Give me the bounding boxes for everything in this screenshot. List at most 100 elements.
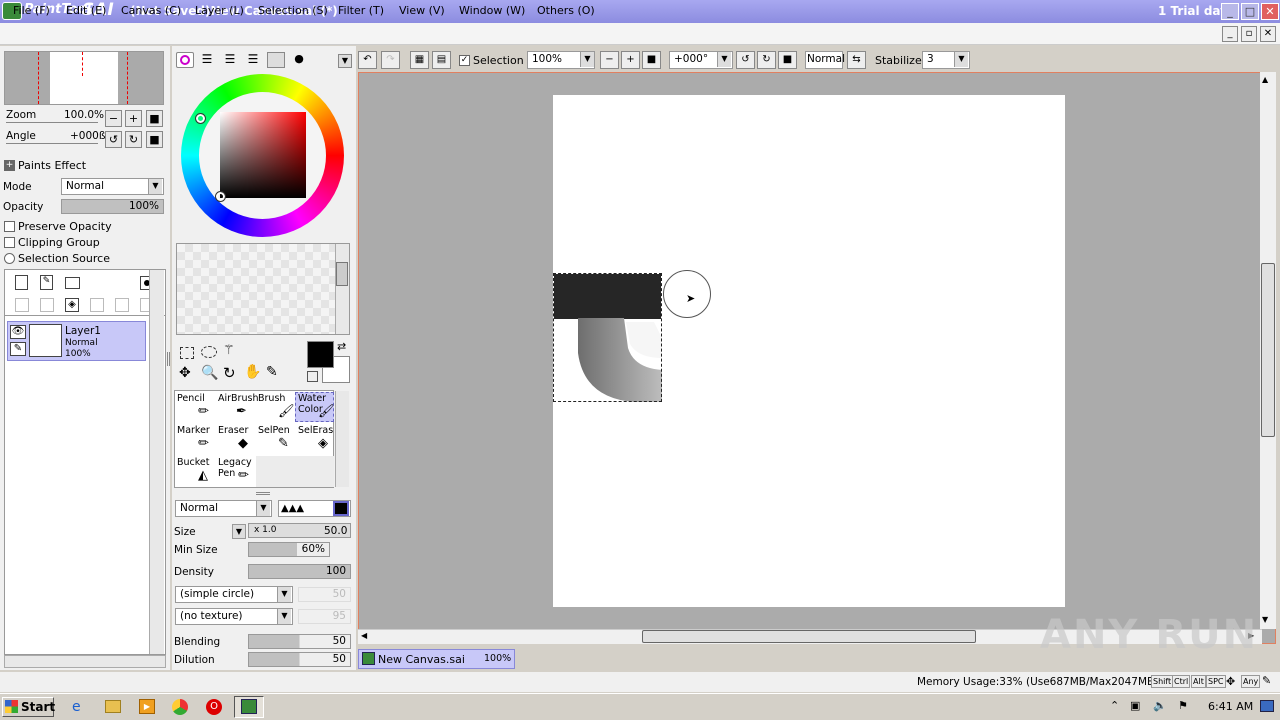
flip-horizontal-icon[interactable]: ⇆ <box>847 51 866 69</box>
menu-window[interactable]: Window (W) <box>459 4 525 17</box>
eye-icon[interactable]: 👁 <box>10 325 26 339</box>
menu-filter[interactable]: Filter (T) <box>338 4 384 17</box>
hand-icon[interactable]: ✋ <box>244 364 261 380</box>
tool-selpen[interactable]: SelPen <box>258 425 290 436</box>
preserve-opacity-checkbox[interactable] <box>4 221 15 232</box>
blending-slider[interactable]: 50 <box>248 634 351 649</box>
tool-brush[interactable]: Brush <box>258 393 285 404</box>
zoom-out-button[interactable]: − <box>105 110 122 127</box>
scroll-down-icon[interactable]: ▼ <box>1262 615 1268 624</box>
menu-canvas[interactable]: Canvas (C) <box>121 4 181 17</box>
min-size-slider[interactable]: 60% <box>248 542 330 557</box>
menu-edit[interactable]: Edit (E) <box>66 4 106 17</box>
rotate-reset-button[interactable]: ■ <box>146 131 163 148</box>
new-layer-icon[interactable] <box>15 275 28 290</box>
clipping-group-checkbox[interactable] <box>4 237 15 248</box>
opacity-slider[interactable]: 100% <box>61 199 164 214</box>
hsv-slider-tab-icon[interactable]: ☰ <box>222 52 238 68</box>
new-linework-layer-icon[interactable]: ✎ <box>40 275 53 290</box>
zoom-in-toolbar-button[interactable]: + <box>621 51 640 69</box>
selection-source-radio[interactable] <box>4 253 15 264</box>
delete-layer-icon[interactable] <box>90 298 104 312</box>
texture-dropdown[interactable]: (no texture) <box>175 608 293 625</box>
expand-plus-icon[interactable]: + <box>4 160 15 171</box>
maximize-button[interactable]: □ <box>1241 3 1259 20</box>
chevron-down-icon[interactable]: ▼ <box>954 52 968 67</box>
mdi-close-button[interactable]: ✕ <box>1260 26 1276 42</box>
tool-eraser[interactable]: Eraser <box>218 425 248 436</box>
brush-edge-shapes-icon[interactable]: ▲▲▲ <box>281 503 304 514</box>
menu-layer[interactable]: Layer (L) <box>195 4 244 17</box>
close-button[interactable]: ✕ <box>1261 3 1279 20</box>
tool-grid-vscrollbar[interactable] <box>335 391 349 487</box>
selection-checkbox[interactable]: ✓ <box>459 55 470 66</box>
hue-picker[interactable] <box>195 113 206 124</box>
pen-icon[interactable]: ✎ <box>10 342 26 356</box>
tool-pencil[interactable]: Pencil <box>177 393 205 404</box>
minimize-button[interactable]: _ <box>1221 3 1239 20</box>
color-swatch-area[interactable] <box>176 243 350 335</box>
color-wheel-tab-icon[interactable] <box>176 52 194 68</box>
zoom-in-button[interactable]: + <box>125 110 142 127</box>
tool-airbrush[interactable]: AirBrush <box>218 393 258 404</box>
chevron-down-icon[interactable]: ▼ <box>580 52 594 67</box>
panel-resize-handle[interactable] <box>256 492 270 495</box>
reset-colors-icon[interactable] <box>307 371 318 382</box>
chevron-down-icon[interactable]: ▼ <box>148 179 162 194</box>
invert-selection-icon[interactable]: ▤ <box>432 51 451 69</box>
deselect-icon[interactable]: ▦ <box>410 51 429 69</box>
rotate-reset-toolbar-button[interactable]: ■ <box>778 51 797 69</box>
swap-colors-icon[interactable]: ⇄ <box>337 340 346 353</box>
angle-slider[interactable] <box>6 143 98 144</box>
scroll-left-icon[interactable]: ◀ <box>361 631 367 640</box>
redo-icon[interactable]: ↷ <box>381 51 400 69</box>
menu-view[interactable]: View (V) <box>399 4 445 17</box>
panel-resize-handle[interactable] <box>167 352 170 366</box>
brush-edge-hard-icon[interactable] <box>333 501 349 516</box>
transfer-down-icon[interactable] <box>15 298 29 312</box>
zoom-reset-toolbar-button[interactable]: ■ <box>642 51 661 69</box>
swatch-vscrollbar[interactable] <box>335 244 349 334</box>
zoom-slider[interactable] <box>6 122 98 123</box>
zoom-out-toolbar-button[interactable]: − <box>600 51 619 69</box>
rotate-ccw-icon[interactable]: ↺ <box>736 51 755 69</box>
mdi-minimize-button[interactable]: _ <box>1222 26 1238 42</box>
new-folder-icon[interactable] <box>65 277 80 289</box>
scratchpad-tab-icon[interactable]: ● <box>291 52 307 68</box>
chevron-down-icon[interactable]: ▼ <box>277 609 291 624</box>
folder-icon[interactable] <box>105 700 121 713</box>
canvas-hscroll-thumb[interactable] <box>642 630 976 643</box>
mdi-restore-button[interactable]: ▫ <box>1241 26 1257 42</box>
move-icon[interactable]: ✥ <box>179 365 191 381</box>
opera-icon[interactable]: O <box>206 699 222 715</box>
undo-icon[interactable]: ↶ <box>358 51 377 69</box>
rect-select-icon[interactable] <box>180 347 194 359</box>
foreground-color-swatch[interactable] <box>307 341 334 368</box>
tray-expand-icon[interactable]: ⌃ <box>1110 699 1119 712</box>
zoom-icon[interactable]: 🔍 <box>201 365 218 381</box>
value-picker[interactable] <box>215 191 226 202</box>
swatch-scroll-thumb[interactable] <box>336 262 348 286</box>
layer-vscrollbar[interactable] <box>149 270 164 654</box>
tool-bucket[interactable]: Bucket <box>177 457 210 468</box>
ie-icon[interactable]: e <box>72 699 81 715</box>
tool-seleras[interactable]: SelEras <box>298 425 333 436</box>
chevron-down-icon[interactable]: ▼ <box>232 524 246 539</box>
media-player-icon[interactable]: ▶ <box>139 699 155 714</box>
lasso-icon[interactable] <box>201 346 217 358</box>
rgb-slider-tab-icon[interactable]: ☰ <box>199 52 215 68</box>
rotate-cw-icon[interactable]: ↻ <box>757 51 776 69</box>
network-icon[interactable]: ▣ <box>1130 699 1140 712</box>
clear-layer-icon[interactable]: ◈ <box>65 298 79 312</box>
dilution-slider[interactable]: 50 <box>248 652 351 667</box>
action-center-flag-icon[interactable]: ⚑ <box>1178 699 1188 712</box>
tool-marker[interactable]: Marker <box>177 425 210 436</box>
chevron-down-icon[interactable]: ▼ <box>338 54 352 68</box>
saturation-value-square[interactable] <box>220 112 306 198</box>
rotate-icon[interactable]: ↻ <box>223 364 236 382</box>
color-mixer-tab-icon[interactable]: ☰ <box>245 52 261 68</box>
canvas-vscroll-thumb[interactable] <box>1261 263 1275 437</box>
rotate-right-button[interactable]: ↻ <box>125 131 142 148</box>
chrome-icon[interactable] <box>172 699 188 715</box>
scroll-up-icon[interactable]: ▲ <box>1262 75 1268 84</box>
